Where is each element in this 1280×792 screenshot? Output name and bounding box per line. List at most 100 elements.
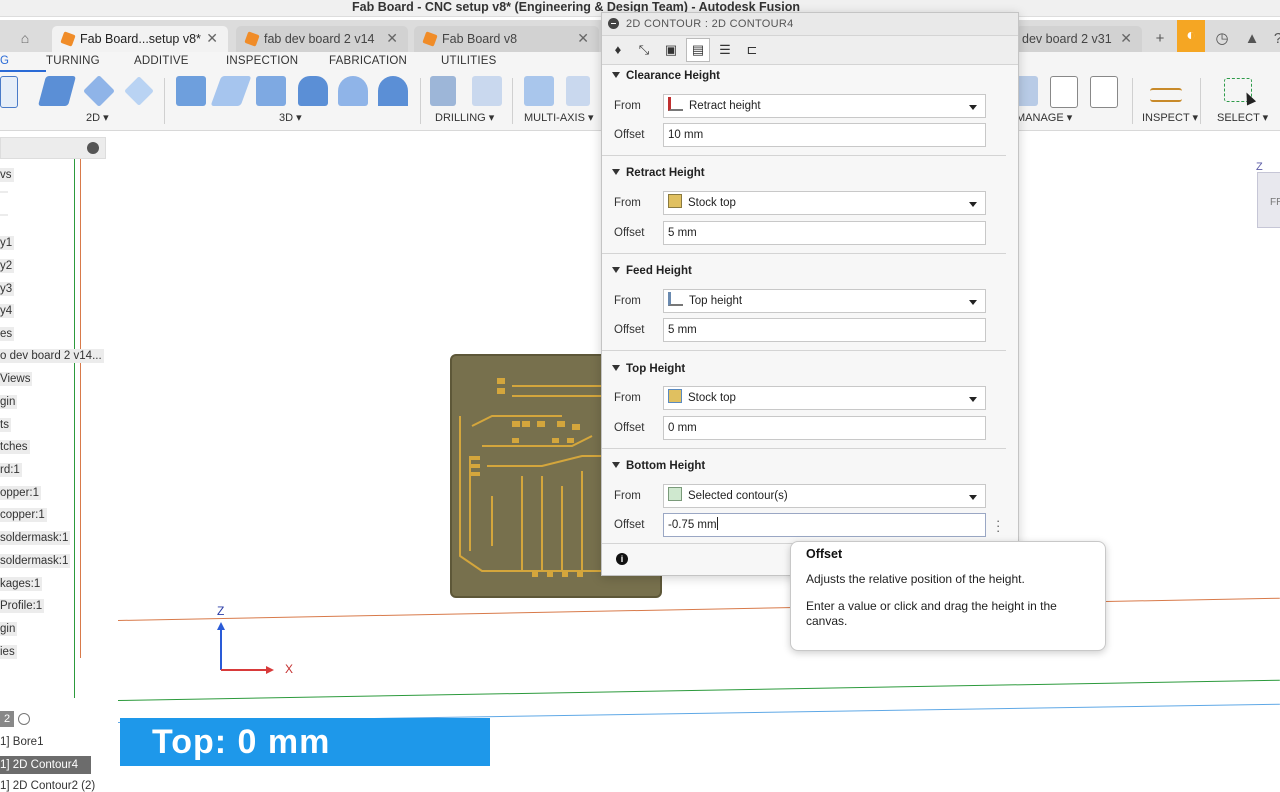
browser-item[interactable]: ts bbox=[0, 418, 11, 432]
document-tab[interactable]: Fab Board v8 ✕ bbox=[414, 26, 599, 52]
close-tab-icon[interactable]: ✕ bbox=[206, 30, 218, 47]
group-select[interactable]: SELECT ▾ bbox=[1217, 111, 1268, 124]
browser-item[interactable]: y3 bbox=[0, 282, 15, 296]
top-offset-input[interactable]: 0 mm bbox=[663, 416, 986, 440]
notification-bell-icon[interactable]: ▲ bbox=[1238, 26, 1266, 52]
browser-item[interactable]: tches bbox=[0, 440, 30, 454]
more-options-icon[interactable]: · · · bbox=[996, 514, 1000, 537]
3d-adaptive-icon[interactable] bbox=[176, 76, 206, 106]
close-tab-icon[interactable]: ✕ bbox=[1120, 30, 1132, 47]
browser-item[interactable] bbox=[0, 191, 8, 193]
close-tab-icon[interactable]: ✕ bbox=[386, 30, 398, 47]
info-icon[interactable]: i bbox=[616, 553, 628, 565]
browser-item[interactable]: gin bbox=[0, 622, 18, 636]
linking-tab-icon[interactable]: ⊏ bbox=[740, 38, 764, 62]
tool-tab-icon[interactable]: ♦ bbox=[606, 38, 630, 62]
tab-additive[interactable]: ADDITIVE bbox=[134, 55, 189, 67]
view-cube[interactable]: FR bbox=[1257, 172, 1280, 228]
browser-item[interactable]: y1 bbox=[0, 236, 15, 250]
group-2d[interactable]: 2D ▾ bbox=[86, 111, 109, 124]
browser-item[interactable]: o dev board 2 v14... bbox=[0, 349, 104, 363]
browser-item[interactable]: vs bbox=[0, 168, 14, 182]
browser-item[interactable]: Views bbox=[0, 372, 33, 386]
drill-icon[interactable] bbox=[430, 76, 456, 106]
browser-item[interactable]: opper:1 bbox=[0, 486, 42, 500]
section-retract-height[interactable]: Retract Height bbox=[612, 167, 705, 179]
clock-icon[interactable]: ◷ bbox=[1208, 26, 1236, 52]
section-bottom-height[interactable]: Bottom Height bbox=[612, 460, 705, 472]
collapse-icon[interactable] bbox=[87, 142, 99, 154]
browser-item[interactable]: y4 bbox=[0, 304, 15, 318]
browser-item[interactable]: rd:1 bbox=[0, 463, 22, 477]
section-feed-height[interactable]: Feed Height bbox=[612, 265, 692, 277]
browser-item[interactable]: ies bbox=[0, 645, 17, 659]
stock-tab-icon[interactable]: ▣ bbox=[659, 38, 683, 62]
group-manage[interactable]: MANAGE ▾ bbox=[1016, 111, 1072, 124]
minimize-icon[interactable] bbox=[608, 18, 619, 29]
operation-item[interactable]: 1] 2D Contour2 (2) bbox=[0, 780, 95, 792]
browser-item[interactable]: soldermask:1 bbox=[0, 531, 71, 545]
3d-steep-shallow-icon[interactable] bbox=[256, 76, 286, 106]
close-tab-icon[interactable]: ✕ bbox=[577, 30, 589, 47]
tab-milling[interactable]: G bbox=[0, 55, 9, 67]
tab-fabrication[interactable]: FABRICATION bbox=[329, 55, 407, 67]
section-top-height[interactable]: Top Height bbox=[612, 363, 685, 375]
document-tab[interactable]: fab dev board 2 v14 ✕ bbox=[236, 26, 408, 52]
group-inspect[interactable]: INSPECT ▾ bbox=[1142, 111, 1198, 124]
setup-icon[interactable] bbox=[0, 76, 18, 108]
group-3d[interactable]: 3D ▾ bbox=[279, 111, 302, 124]
browser-item[interactable]: soldermask:1 bbox=[0, 554, 71, 568]
3d-scallop-icon[interactable] bbox=[378, 76, 408, 106]
document-tab[interactable]: Fab Board...setup v8* ✕ bbox=[52, 26, 228, 52]
help-icon[interactable]: ? bbox=[1264, 26, 1280, 52]
browser-item[interactable]: copper:1 bbox=[0, 508, 47, 522]
measure-icon[interactable] bbox=[1150, 88, 1182, 102]
tab-turning[interactable]: TURNING bbox=[46, 55, 100, 67]
bottom-from-dropdown[interactable]: Selected contour(s) bbox=[663, 484, 986, 508]
stock-edge-green-bottom bbox=[117, 679, 1280, 701]
bottom-offset-input[interactable]: -0.75 mm bbox=[663, 513, 986, 537]
visibility-icon[interactable] bbox=[18, 713, 30, 725]
3d-contour-icon[interactable] bbox=[298, 76, 328, 106]
clearance-offset-input[interactable]: 10 mm bbox=[663, 123, 986, 147]
operation-item[interactable]: 1] Bore1 bbox=[0, 736, 43, 748]
browser-item[interactable]: es bbox=[0, 327, 15, 341]
dialog-header[interactable]: 2D CONTOUR : 2D CONTOUR4 bbox=[602, 13, 1018, 36]
2d-pocket-icon[interactable] bbox=[83, 75, 115, 107]
setup-sheet-icon[interactable] bbox=[1090, 76, 1118, 108]
nc-program-icon[interactable] bbox=[1050, 76, 1078, 108]
multi-axis-icon[interactable] bbox=[524, 76, 554, 106]
browser-item[interactable]: kages:1 bbox=[0, 577, 43, 591]
top-from-dropdown[interactable]: Stock top bbox=[663, 386, 986, 410]
browser-item[interactable] bbox=[0, 214, 8, 216]
geometry-tab-icon[interactable]: ⤡ bbox=[632, 38, 656, 62]
home-icon[interactable]: ⌂ bbox=[8, 30, 42, 52]
3d-pocket-icon[interactable] bbox=[210, 76, 252, 106]
browser-item[interactable]: Profile:1 bbox=[0, 599, 45, 613]
feed-offset-input[interactable]: 5 mm bbox=[663, 318, 986, 342]
user-account-icon[interactable]: ◐ bbox=[1177, 20, 1205, 52]
browser-item[interactable]: y2 bbox=[0, 259, 15, 273]
rotary-icon[interactable] bbox=[566, 76, 590, 106]
retract-from-dropdown[interactable]: Stock top bbox=[663, 191, 986, 215]
heights-tab-icon[interactable]: ▤ bbox=[686, 38, 710, 62]
tab-utilities[interactable]: UTILITIES bbox=[441, 55, 496, 67]
face-icon[interactable] bbox=[124, 76, 154, 106]
section-clearance-height[interactable]: Clearance Height bbox=[612, 70, 720, 82]
post-process-icon[interactable] bbox=[1016, 76, 1038, 106]
retract-offset-input[interactable]: 5 mm bbox=[663, 221, 986, 245]
group-drilling[interactable]: DRILLING ▾ bbox=[435, 111, 494, 124]
operation-item-selected[interactable]: 1] 2D Contour4 bbox=[0, 756, 91, 774]
setup-badge[interactable]: 2 bbox=[0, 711, 14, 727]
feed-from-dropdown[interactable]: Top height bbox=[663, 289, 986, 313]
group-multi-axis[interactable]: MULTI-AXIS ▾ bbox=[524, 111, 594, 124]
probe-icon[interactable] bbox=[472, 76, 502, 106]
tab-inspection[interactable]: INSPECTION bbox=[226, 55, 298, 67]
browser-item[interactable]: gin bbox=[0, 395, 18, 409]
new-tab-icon[interactable]: + bbox=[1146, 26, 1174, 52]
3d-parallel-icon[interactable] bbox=[338, 76, 368, 106]
passes-tab-icon[interactable]: ☰ bbox=[713, 38, 737, 62]
document-tab[interactable]: dev board 2 v31 ✕ bbox=[1016, 26, 1142, 52]
2d-adaptive-icon[interactable] bbox=[37, 76, 77, 106]
clearance-from-dropdown[interactable]: Retract height bbox=[663, 94, 986, 118]
